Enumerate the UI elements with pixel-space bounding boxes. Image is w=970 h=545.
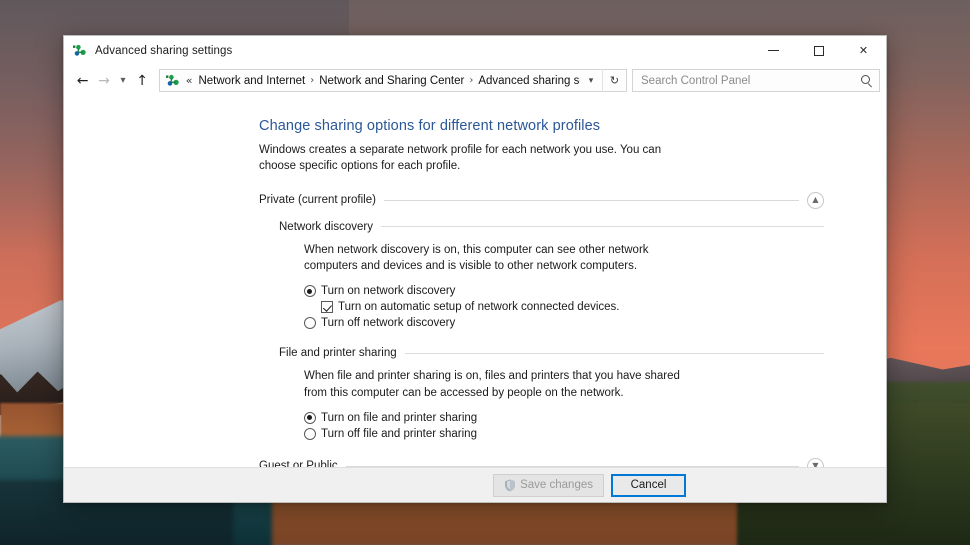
divider <box>345 465 799 467</box>
maximize-button[interactable] <box>796 36 841 65</box>
option-turn-on-file-and-printer-sharing[interactable]: Turn on file and printer sharing <box>304 411 824 426</box>
back-arrow-icon[interactable]: ← <box>72 69 93 92</box>
save-changes-button[interactable]: Save changes <box>493 473 604 497</box>
radio-icon[interactable] <box>304 427 316 440</box>
breadcrumb-item-network-and-internet[interactable]: Network and Internet <box>195 75 308 87</box>
window-title: Advanced sharing settings <box>95 44 233 57</box>
recent-locations-chevron-icon[interactable]: ▾ <box>115 69 132 92</box>
save-changes-label: Save changes <box>520 479 593 491</box>
option-automatic-setup-of-network-connected-devices[interactable]: Turn on automatic setup of network conne… <box>321 300 824 315</box>
group-header-file-and-printer-sharing: File and printer sharing <box>279 347 824 359</box>
option-turn-off-network-discovery[interactable]: Turn off network discovery <box>304 316 824 331</box>
option-label: Turn on file and printer sharing <box>321 411 478 424</box>
group-file-and-printer-sharing: File and printer sharing When file and p… <box>279 347 824 442</box>
page-title: Change sharing options for different net… <box>259 118 601 134</box>
close-button[interactable]: ✕ <box>841 36 886 65</box>
search-input[interactable] <box>641 70 860 91</box>
uac-shield-icon <box>504 479 516 492</box>
group-label-file-and-printer-sharing: File and printer sharing <box>279 347 397 360</box>
group-description-file-and-printer-sharing: When file and printer sharing is on, fil… <box>304 370 680 399</box>
up-arrow-icon[interactable]: ↑ <box>131 69 152 92</box>
profile-label-private: Private (current profile) <box>259 194 376 207</box>
breadcrumb-overflow[interactable]: « <box>185 74 196 87</box>
search-box[interactable] <box>632 69 880 92</box>
option-label: Turn off network discovery <box>321 317 456 330</box>
radio-icon[interactable] <box>304 317 316 330</box>
collapse-chevron-up-icon[interactable]: ▲ <box>807 191 824 209</box>
advanced-sharing-settings-window: Advanced sharing settings ✕ ← → ▾ ↑ « Ne… <box>63 35 887 503</box>
breadcrumb-separator[interactable]: › <box>308 75 316 86</box>
divider <box>383 199 799 201</box>
close-icon: ✕ <box>858 44 869 57</box>
page-description: Windows creates a separate network profi… <box>259 144 662 173</box>
profile-header-guest-or-public[interactable]: Guest or Public ▼ <box>259 457 824 467</box>
cancel-button[interactable]: Cancel <box>611 473 686 497</box>
option-label: Turn on automatic setup of network conne… <box>338 301 620 314</box>
address-network-sharing-icon <box>165 73 181 89</box>
group-header-network-discovery: Network discovery <box>279 221 824 233</box>
address-dropdown-icon[interactable]: ▾ <box>580 70 602 91</box>
caption-button-group: ✕ <box>751 36 886 65</box>
content-area: Change sharing options for different net… <box>64 96 886 467</box>
radio-icon[interactable] <box>304 285 316 298</box>
address-bar[interactable]: « Network and Internet › Network and Sha… <box>158 69 627 92</box>
group-description-network-discovery: When network discovery is on, this compu… <box>304 243 649 272</box>
refresh-icon[interactable]: ↻ <box>602 69 626 92</box>
profile-header-private[interactable]: Private (current profile) ▲ <box>259 191 824 209</box>
option-turn-on-network-discovery[interactable]: Turn on network discovery <box>304 284 824 299</box>
profile-label-guest-or-public: Guest or Public <box>259 460 338 467</box>
option-turn-off-file-and-printer-sharing[interactable]: Turn off file and printer sharing <box>304 427 824 442</box>
network-sharing-icon <box>72 43 88 59</box>
breadcrumb-separator[interactable]: › <box>467 75 475 86</box>
radio-icon[interactable] <box>304 411 316 424</box>
option-label: Turn on network discovery <box>321 285 456 298</box>
navigation-bar: ← → ▾ ↑ « Network and Internet › Network… <box>64 65 886 96</box>
breadcrumb: « Network and Internet › Network and Sha… <box>185 74 580 87</box>
divider <box>404 352 824 354</box>
minimize-button[interactable] <box>751 36 796 65</box>
forward-arrow-icon[interactable]: → <box>93 69 114 92</box>
search-icon[interactable] <box>860 74 873 87</box>
cancel-label: Cancel <box>630 479 667 491</box>
breadcrumb-item-advanced-sharing-settings[interactable]: Advanced sharing settings <box>475 75 580 87</box>
expand-chevron-down-icon[interactable]: ▼ <box>807 457 824 467</box>
breadcrumb-item-network-and-sharing-center[interactable]: Network and Sharing Center <box>316 75 467 87</box>
dialog-footer: Save changes Cancel <box>64 467 886 502</box>
option-label: Turn off file and printer sharing <box>321 427 477 440</box>
group-network-discovery: Network discovery When network discovery… <box>279 221 824 332</box>
checkbox-icon[interactable] <box>321 301 333 314</box>
divider <box>380 226 824 228</box>
maximize-icon <box>813 45 824 56</box>
title-bar[interactable]: Advanced sharing settings ✕ <box>64 36 886 65</box>
minimize-icon <box>768 50 779 51</box>
group-label-network-discovery: Network discovery <box>279 220 373 233</box>
